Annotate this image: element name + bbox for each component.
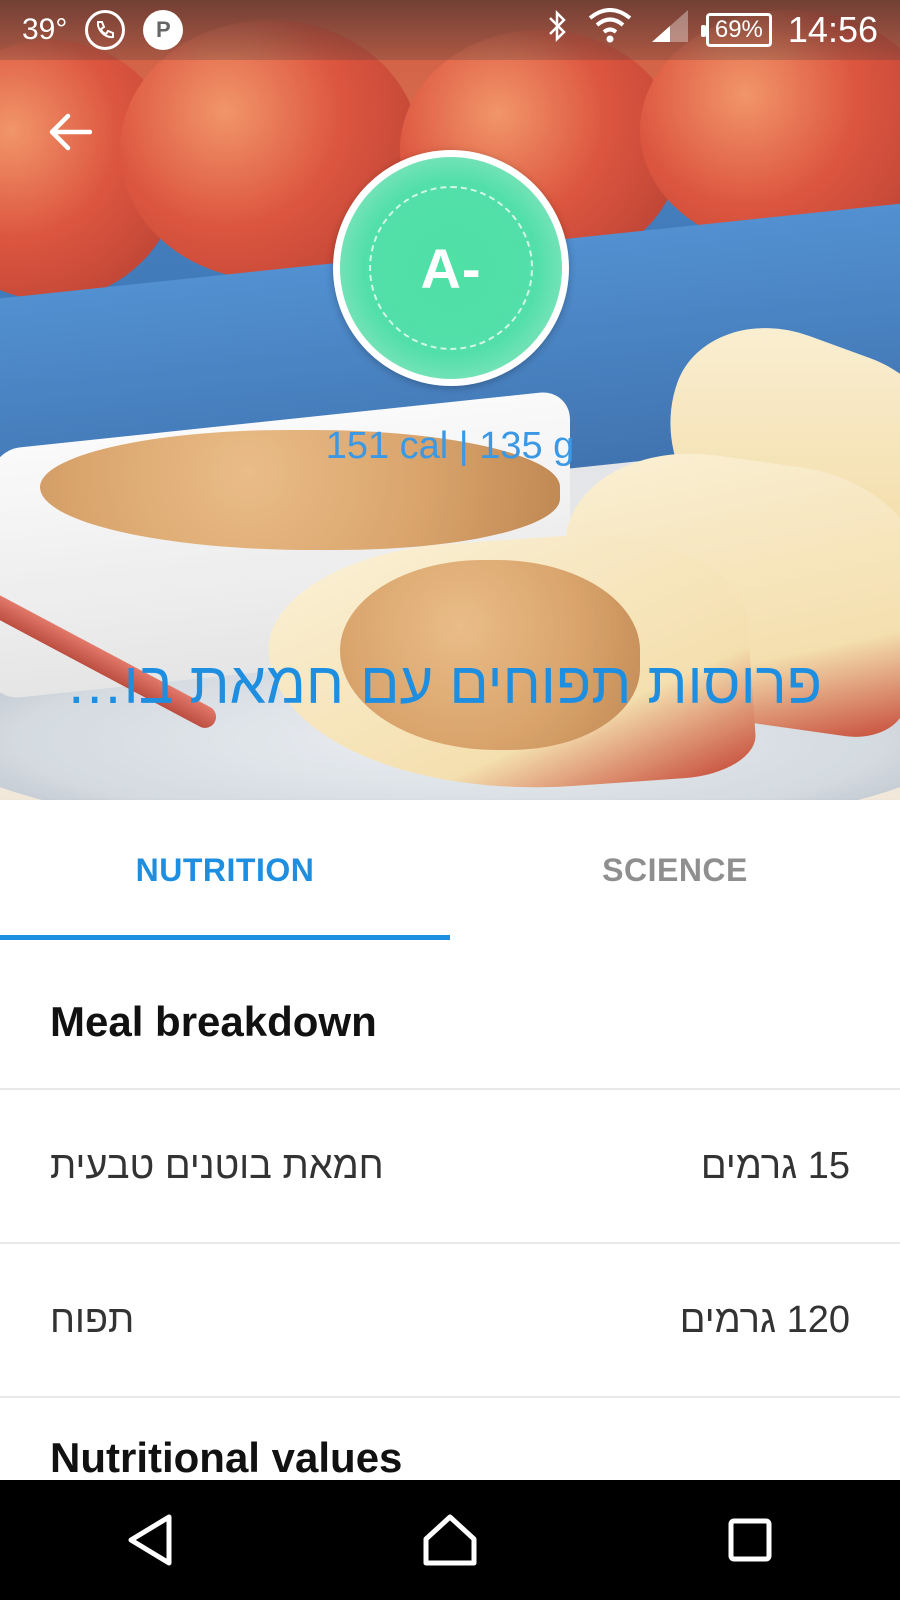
bluetooth-icon [546,8,570,52]
arrow-left-icon [49,113,92,151]
tab-science[interactable]: SCIENCE [450,800,900,940]
temperature-text: 39° [22,13,68,46]
recents-icon [728,1518,772,1562]
meal-breakdown-heading: Meal breakdown [0,940,900,1090]
ingredient-amount: 120 גרמים [679,1298,850,1341]
battery-level: 69% [714,16,763,43]
nutritional-values-heading: Nutritional values [50,1434,403,1478]
navigation-bar [0,1480,900,1600]
status-bar: 39° P 69% 14:56 [0,0,900,60]
list-item: תפוח 120 גרמים [0,1244,900,1398]
back-button[interactable] [38,100,102,164]
battery-icon: 69% [700,13,772,47]
list-item: חמאת בוטנים טבעית 15 גרמים [0,1090,900,1244]
parking-icon: P [143,10,184,50]
signal-icon [650,8,690,52]
grade-badge: A- [333,150,569,386]
home-icon [423,1514,477,1566]
ingredient-name: חמאת בוטנים טבעית [50,1144,384,1187]
nav-home-button[interactable] [405,1495,495,1585]
meal-title: פרוסות תפוחים עם חמאת בוטנים [60,651,822,716]
missed-call-icon [85,10,126,50]
screen: 39° P 69% 14:56 A- 151 cal | 135 g פרוסו… [0,0,900,1600]
nav-back-button[interactable] [105,1495,195,1585]
tab-nutrition[interactable]: NUTRITION [0,800,450,940]
ingredient-name: תפוח [50,1298,135,1341]
ingredient-amount: 15 גרמים [700,1144,850,1187]
wifi-icon [586,8,634,52]
nutrition-content: Meal breakdown חמאת בוטנים טבעית 15 גרמי… [0,940,900,1480]
grade-text: A- [369,186,533,350]
nav-recents-button[interactable] [705,1495,795,1585]
clock: 14:56 [787,9,878,50]
triangle-back-icon [128,1514,172,1566]
calories-weight: 151 cal | 135 g [325,425,575,467]
tab-bar: NUTRITION SCIENCE [0,800,900,940]
